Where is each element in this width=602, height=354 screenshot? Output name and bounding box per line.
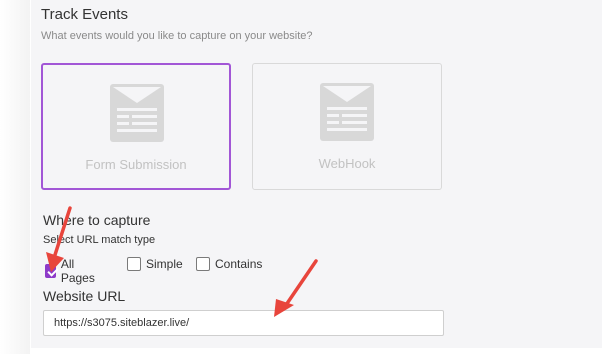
website-url-input[interactable]	[43, 310, 444, 336]
website-url-label: Website URL	[43, 288, 126, 304]
checkbox-icon[interactable]	[196, 257, 210, 271]
track-events-subtitle: What events would you like to capture on…	[41, 30, 313, 42]
left-gutter	[0, 0, 30, 354]
checkbox-icon[interactable]	[127, 257, 141, 271]
option-label: Contains	[215, 257, 263, 271]
event-card-webhook[interactable]: WebHook	[252, 63, 442, 190]
form-icon	[110, 84, 164, 142]
bottom-strip	[31, 348, 602, 354]
where-to-capture-title: Where to capture	[43, 212, 151, 228]
event-card-label: WebHook	[318, 156, 376, 171]
checkbox-checked-icon[interactable]	[45, 264, 56, 278]
option-contains[interactable]: Contains	[196, 257, 262, 271]
event-card-form-submission[interactable]: Form Submission	[41, 63, 231, 190]
form-icon	[320, 83, 374, 141]
track-events-title: Track Events	[41, 6, 128, 23]
option-label: Simple	[146, 257, 183, 271]
url-match-type-label: Select URL match type	[43, 234, 156, 246]
option-simple[interactable]: Simple	[127, 257, 183, 271]
option-all-pages[interactable]: All Pages	[45, 257, 98, 285]
option-label: All Pages	[60, 257, 95, 285]
event-card-label: Form Submission	[85, 157, 187, 172]
